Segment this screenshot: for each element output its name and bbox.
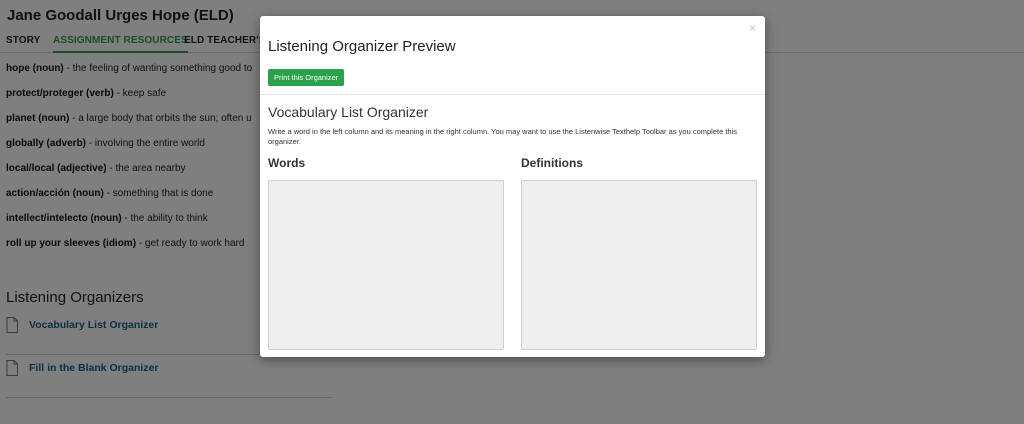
organizer-instructions: Write a word in the left column and its … [268, 127, 738, 146]
print-organizer-button[interactable]: Print this Organizer [268, 69, 345, 86]
organizer-preview-modal: Listening Organizer Preview × Print this… [260, 16, 765, 357]
modal-title: Listening Organizer Preview [268, 38, 456, 55]
modal-header: Listening Organizer Preview × Print this… [260, 16, 765, 95]
close-icon[interactable]: × [749, 22, 756, 34]
definitions-column-box [521, 180, 757, 350]
words-column-box [268, 180, 504, 350]
definitions-column-header: Definitions [521, 156, 583, 170]
words-column-header: Words [268, 156, 306, 170]
organizer-title: Vocabulary List Organizer [268, 104, 429, 120]
